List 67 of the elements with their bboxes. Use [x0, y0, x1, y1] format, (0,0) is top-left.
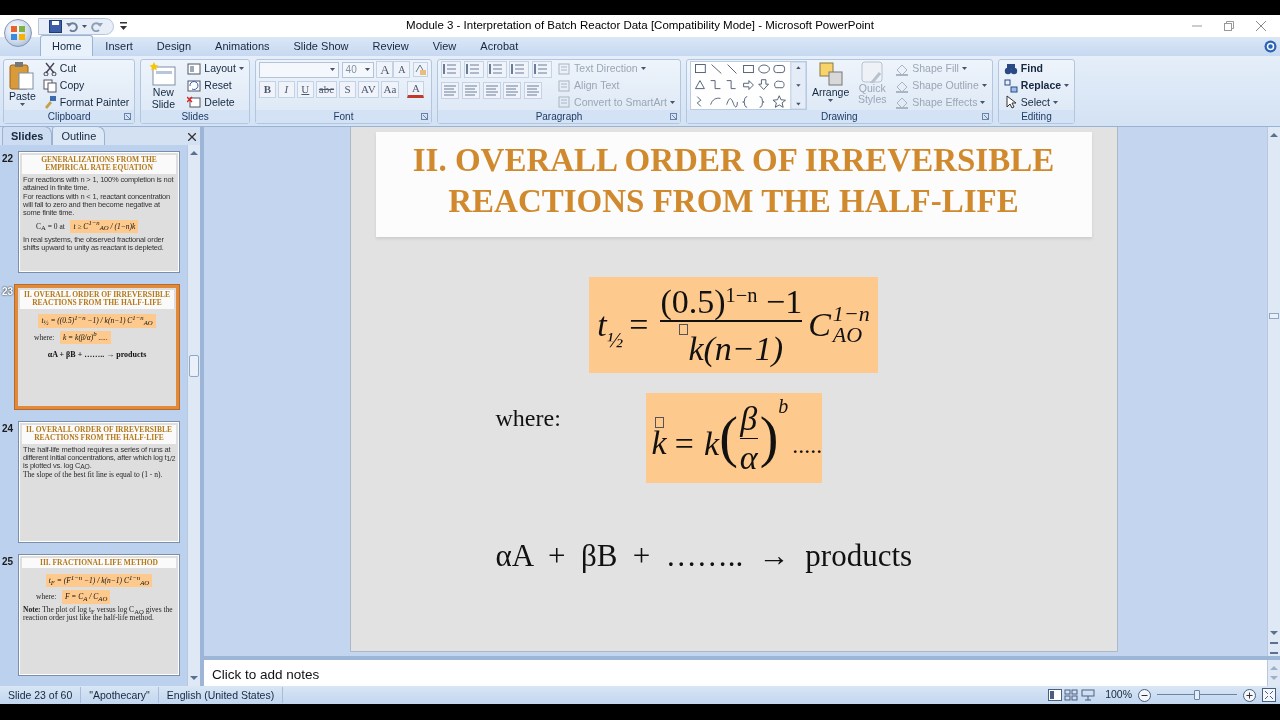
- font-color-button[interactable]: A: [407, 81, 425, 98]
- ribbon-tab[interactable]: Acrobat: [468, 34, 531, 56]
- group-label: Editing: [1021, 111, 1052, 122]
- language: English (United States): [158, 687, 284, 703]
- equation-subscript: AO: [832, 324, 864, 346]
- equation-term: k: [651, 428, 667, 460]
- ribbon-tab[interactable]: Design: [144, 34, 204, 56]
- group-label: Drawing: [821, 111, 858, 122]
- ribbon-button[interactable]: Format Painter: [40, 94, 132, 110]
- theme-name: "Apothecary": [81, 687, 159, 703]
- change-case-button[interactable]: Aa: [380, 81, 400, 98]
- ribbon-tab[interactable]: Insert: [93, 34, 145, 56]
- grow-font-button[interactable]: A: [376, 61, 394, 78]
- slide-number: 22: [1, 152, 15, 166]
- ribbon-button[interactable]: Replace: [1001, 77, 1072, 94]
- paste-button[interactable]: Paste: [7, 61, 38, 109]
- ribbon-tab[interactable]: Slide Show: [281, 34, 361, 56]
- bold-button[interactable]: B: [258, 81, 276, 98]
- ribbon-button[interactable]: Select: [1001, 94, 1072, 110]
- slide-number: 24: [1, 422, 15, 436]
- zoom-level: 100%: [1105, 687, 1132, 703]
- character-spacing-button[interactable]: AV: [358, 81, 379, 98]
- equation-term: = k: [672, 425, 720, 463]
- pane-tab[interactable]: Outline: [52, 125, 106, 145]
- shadow-button[interactable]: S: [339, 81, 357, 98]
- equation-superscript: 1−n: [832, 304, 870, 325]
- ribbon-button[interactable]: Find: [1001, 61, 1072, 77]
- equation-superscript: b: [778, 395, 789, 418]
- ribbon-tab[interactable]: Review: [360, 34, 421, 56]
- ribbon-button[interactable]: Delete: [185, 94, 246, 110]
- equation-term: .....: [792, 432, 823, 459]
- ribbon-tab[interactable]: Home: [40, 34, 94, 56]
- fraction-numerator: (0.5)$^{1−n}$ −1: [660, 282, 803, 320]
- italic-button[interactable]: I: [277, 81, 295, 98]
- ribbon-tab[interactable]: View: [420, 34, 469, 56]
- new-slide-button[interactable]: New Slide: [144, 61, 183, 109]
- arrange-button[interactable]: Arrange: [809, 61, 852, 109]
- ribbon-tab[interactable]: Animations: [203, 34, 282, 56]
- reaction-text: αA + βB + …….. → products: [46, 348, 148, 361]
- parenthesis: (: [719, 407, 738, 470]
- pane-tab[interactable]: Slides: [2, 125, 53, 145]
- underline-button[interactable]: U: [296, 81, 314, 98]
- slide-title: II. OVERALL ORDER OF IRREVERSIBLE REACTIONS FROM THE HALF-LIFE: [375, 132, 1092, 237]
- fraction-denominator: k(n−1): [688, 329, 784, 368]
- equation-term: =: [629, 306, 649, 344]
- equation-subscript: ½: [606, 327, 624, 352]
- slide-counter: Slide 23 of 60: [0, 687, 82, 703]
- fraction-denominator: α: [739, 439, 758, 477]
- group-label: Clipboard: [47, 111, 91, 122]
- group-label: Paragraph: [535, 111, 583, 122]
- fraction-numerator: β: [740, 400, 758, 438]
- reaction-text: αA + βB + …….. → products: [494, 537, 914, 576]
- group-label: Slides: [181, 111, 209, 122]
- equation-term: C: [808, 306, 831, 344]
- strikethrough-button[interactable]: abc: [315, 81, 338, 98]
- ribbon-button[interactable]: Layout: [185, 61, 246, 77]
- equation-term: t: [597, 306, 607, 344]
- group-label: Font: [333, 111, 354, 122]
- ribbon-button[interactable]: Reset: [185, 77, 246, 94]
- slide-number: 23: [1, 285, 15, 299]
- parenthesis: ): [759, 407, 779, 470]
- shrink-font-button[interactable]: A: [393, 61, 411, 78]
- slide-number: 25: [1, 555, 15, 569]
- window-title: Module 3 - Interpretation of Batch Reactor Data [Compatibility Mode] - Microsoft PowerPoint: [405, 18, 875, 34]
- ribbon-button[interactable]: Cut: [40, 61, 132, 77]
- ribbon-button[interactable]: Copy: [40, 77, 132, 94]
- where-label: where:: [495, 404, 562, 434]
